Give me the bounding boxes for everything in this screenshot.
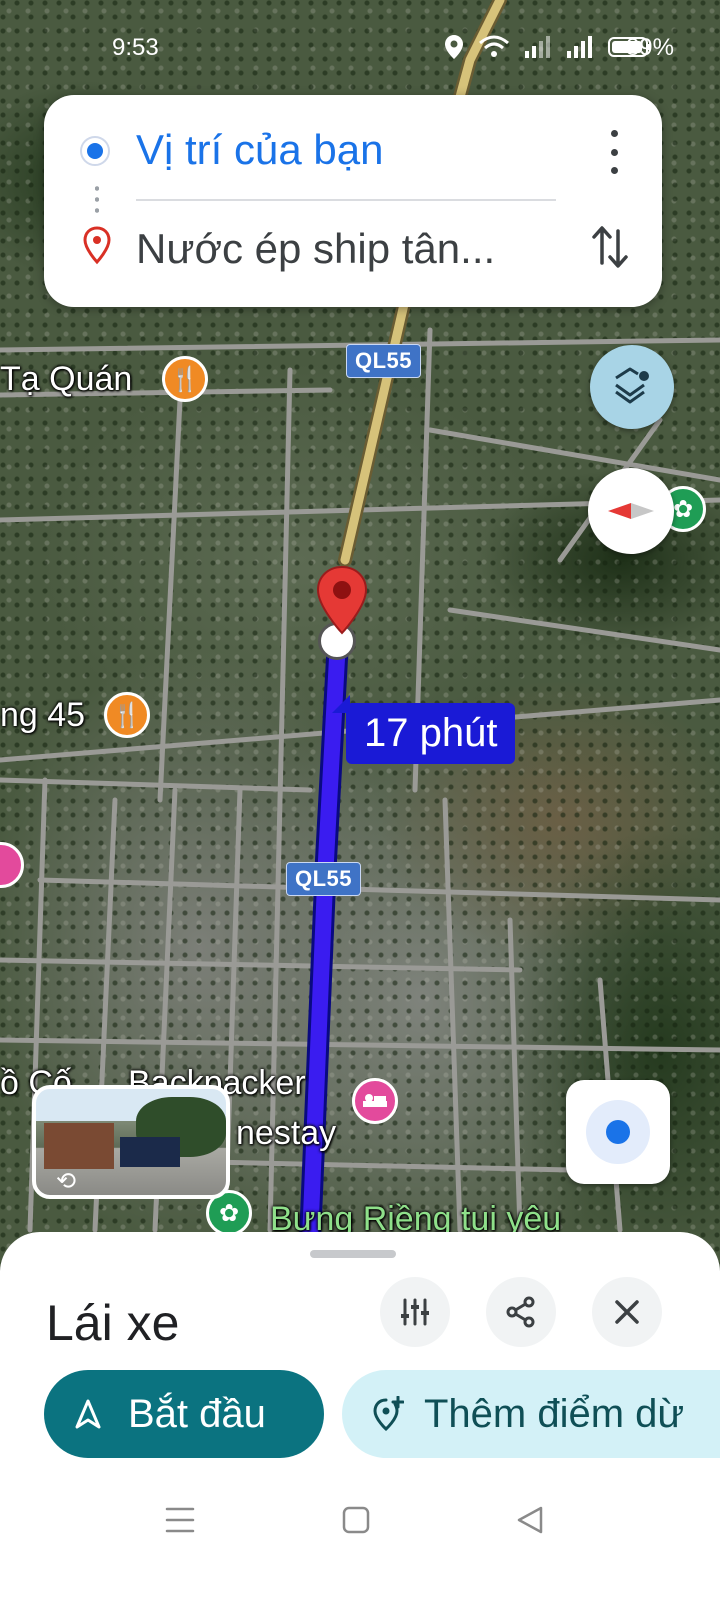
start-label: Bắt đầu [128,1391,266,1436]
hotel-icon[interactable] [352,1078,398,1124]
add-location-icon [372,1396,404,1432]
poi-label[interactable]: Tạ Quán [0,360,132,399]
battery-percent: 89% [625,34,674,61]
share-button[interactable] [486,1277,556,1347]
signal-icon [525,36,550,58]
road-shield: QL55 [346,344,422,378]
origin-text[interactable]: Vị trí của bạn [136,126,383,174]
route-options-button[interactable] [380,1277,450,1347]
destination-marker-icon [83,226,111,265]
origin-row[interactable]: Vị trí của bạn [44,100,662,200]
close-icon [615,1300,639,1324]
share-icon [506,1296,535,1328]
swap-icon[interactable] [590,223,630,271]
restaurant-icon[interactable]: 🍴 [162,356,208,402]
thumb-house [44,1123,114,1169]
home-button[interactable] [336,1500,376,1540]
back-button[interactable] [510,1500,550,1540]
rotate-360-icon: ⟲ [56,1168,77,1195]
my-location-icon [586,1100,650,1164]
directions-sheet: Lái xe Bắt đầu Thêm điểm dừ [0,1232,720,1600]
road-shield: QL55 [286,862,362,896]
signal-icon [567,36,592,58]
compass-icon [608,503,654,519]
poi-label[interactable]: ng 45 [0,696,85,735]
travel-mode-title: Lái xe [46,1295,180,1351]
back-triangle-icon [517,1506,543,1534]
destination-pin-icon[interactable] [316,565,368,635]
status-time: 9:53 [112,34,159,61]
wifi-icon [479,35,509,57]
your-location-icon [80,136,110,166]
restaurant-icon[interactable]: 🍴 [104,692,150,738]
add-stop-label: Thêm điểm dừ [424,1391,685,1436]
navigation-arrow-icon [74,1399,102,1429]
menu-icon [165,1507,195,1533]
start-navigation-button[interactable]: Bắt đầu [44,1370,324,1458]
close-button[interactable] [592,1277,662,1347]
destination-row[interactable]: Nước ép ship tân... [44,203,662,303]
my-location-button[interactable] [566,1080,670,1184]
eta-label[interactable]: 17 phút [331,695,516,764]
street-view-thumbnail[interactable]: ⟲ [32,1085,230,1199]
location-icon [445,35,463,59]
more-options-icon[interactable] [602,130,626,174]
home-square-icon [342,1506,370,1534]
layers-button[interactable] [590,345,674,429]
status-icons [444,34,652,60]
drag-handle[interactable] [310,1250,396,1258]
divider [136,199,556,201]
sliders-icon [401,1298,429,1326]
compass-button[interactable] [588,468,674,554]
recent-apps-button[interactable] [160,1500,200,1540]
layers-icon [615,367,649,404]
poi-label[interactable]: nestay [236,1114,336,1153]
destination-text[interactable]: Nước ép ship tân... [136,225,495,273]
thumb-gate [120,1137,180,1167]
route-card: Vị trí của bạn Nước ép ship tân... [44,95,662,307]
add-stop-button[interactable]: Thêm điểm dừ [342,1370,720,1458]
system-navigation-bar [0,1482,720,1600]
status-bar: 9:53 89% [0,28,720,68]
